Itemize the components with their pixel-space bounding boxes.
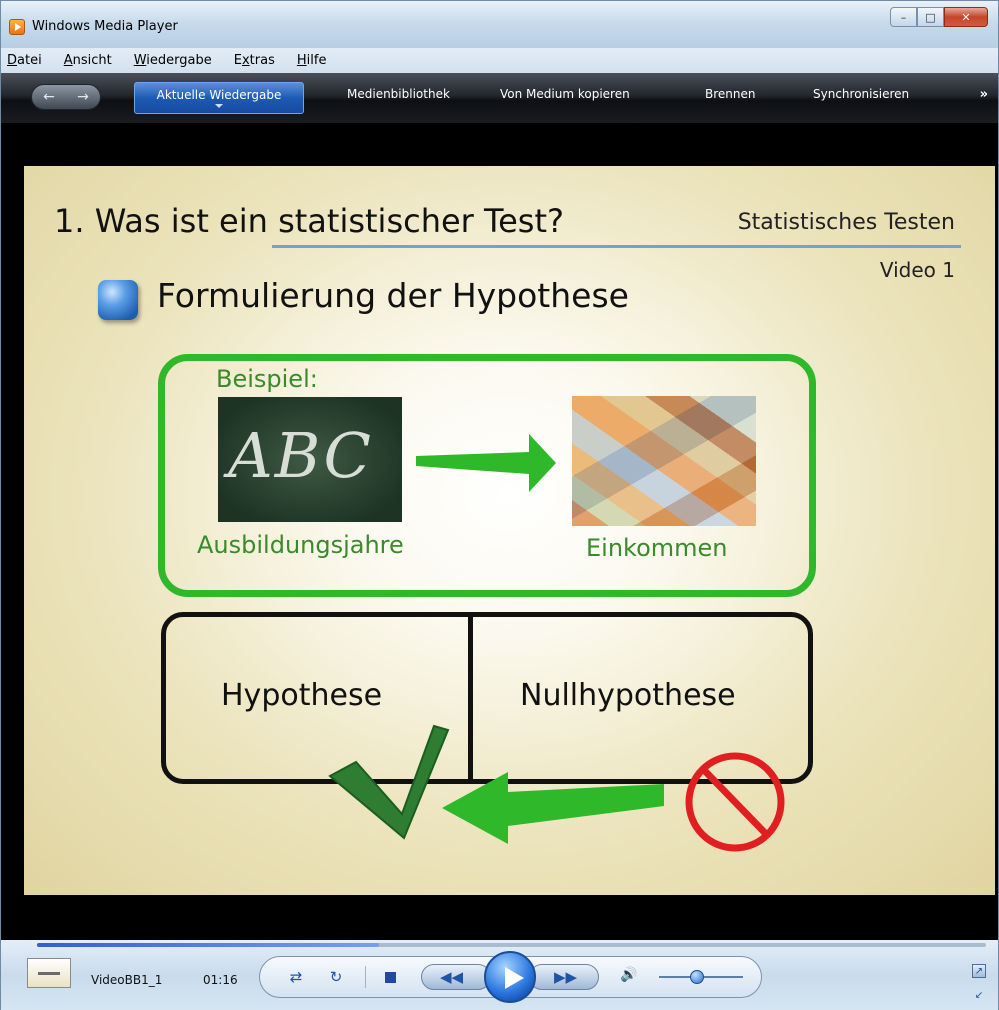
repeat-icon: ↻ xyxy=(329,968,343,986)
tab-now-playing-label: Aktuelle Wiedergabe xyxy=(156,88,282,102)
menu-bar: Datei Ansicht Wiedergabe Extras Hilfe xyxy=(1,48,998,73)
chevron-down-icon xyxy=(215,104,223,108)
next-icon: ▶▶ xyxy=(554,968,578,986)
back-button[interactable]: ← xyxy=(32,85,66,109)
volume-slider-knob[interactable] xyxy=(689,970,704,984)
playback-controls: VideoBB1_1 01:16 ⇄ ↻ ◀◀ ▶▶ 🔊 ↗ ↙ xyxy=(1,940,998,1010)
menu-item-wiedergabe[interactable]: Wiedergabe xyxy=(134,53,212,68)
previous-button[interactable]: ◀◀ xyxy=(421,964,491,990)
menu-item-extras[interactable]: Extras xyxy=(234,53,275,68)
media-player-window: Windows Media Player – □ ✕ Datei Ansicht W… xyxy=(0,0,999,1010)
close-icon: ✕ xyxy=(961,10,971,24)
right-arrow-icon xyxy=(416,434,556,492)
tab-library[interactable]: Medienbibliothek xyxy=(347,87,450,101)
close-button[interactable]: ✕ xyxy=(944,7,988,27)
menu-item-datei[interactable]: Datei xyxy=(7,53,42,68)
forward-arrow-icon: → xyxy=(77,89,89,105)
minimize-button[interactable]: – xyxy=(890,7,917,27)
more-tabs-icon[interactable]: » xyxy=(980,87,988,102)
compact-mode-icon[interactable]: ↙ xyxy=(972,988,986,1002)
seek-bar-progress xyxy=(37,943,379,947)
previous-icon: ◀◀ xyxy=(440,968,464,986)
tab-burn[interactable]: Brennen xyxy=(705,87,755,101)
tab-sync[interactable]: Synchronisieren xyxy=(813,87,909,101)
menu-item-hilfe[interactable]: Hilfe xyxy=(297,53,327,68)
maximize-icon: □ xyxy=(925,10,936,24)
maximize-button[interactable]: □ xyxy=(917,7,944,27)
minimize-icon: – xyxy=(900,10,907,24)
controls-divider xyxy=(365,966,366,988)
next-button[interactable]: ▶▶ xyxy=(529,964,599,990)
volume-icon[interactable]: 🔊 xyxy=(620,967,637,983)
forward-button[interactable]: → xyxy=(66,85,100,109)
play-button[interactable] xyxy=(484,951,536,1003)
window-controls: – □ ✕ xyxy=(890,7,988,27)
media-player-icon xyxy=(9,19,25,35)
fullscreen-icon[interactable]: ↗ xyxy=(972,964,986,978)
stop-button[interactable] xyxy=(385,972,396,983)
presentation-slide: 1. Was ist ein statistischer Test? Stati… xyxy=(24,166,995,895)
back-forward-buttons: ← → xyxy=(31,84,101,110)
elapsed-time: 01:16 xyxy=(203,973,238,987)
tab-now-playing[interactable]: Aktuelle Wiedergabe xyxy=(134,82,304,114)
menu-item-ansicht[interactable]: Ansicht xyxy=(64,53,112,68)
seek-bar[interactable] xyxy=(37,943,986,947)
shuffle-icon: ⇄ xyxy=(289,968,303,986)
title-bar: Windows Media Player – □ ✕ xyxy=(1,1,998,48)
left-arrow-icon xyxy=(442,772,664,844)
check-mark-icon xyxy=(328,724,450,840)
tab-rip[interactable]: Von Medium kopieren xyxy=(500,87,630,101)
video-area[interactable]: 1. Was ist ein statistischer Test? Stati… xyxy=(1,123,998,940)
media-thumbnail[interactable] xyxy=(27,958,71,988)
window-title: Windows Media Player xyxy=(32,19,178,34)
slide-graphics xyxy=(328,434,785,852)
back-arrow-icon: ← xyxy=(43,89,55,105)
navigation-bar: ← → Aktuelle Wiedergabe Medienbibliothek… xyxy=(1,73,998,123)
prohibition-icon xyxy=(685,752,785,852)
repeat-button[interactable]: ↻ xyxy=(326,967,346,987)
shuffle-button[interactable]: ⇄ xyxy=(286,967,306,987)
current-file-name: VideoBB1_1 xyxy=(91,973,163,987)
